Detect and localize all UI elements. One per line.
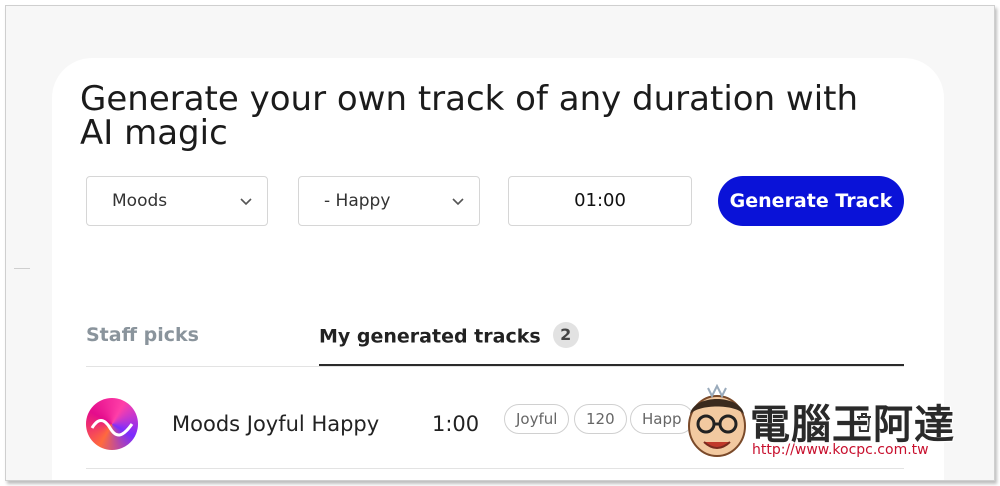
chevron-down-icon bbox=[452, 198, 464, 206]
watermark: 電腦王阿達 http://www.kocpc.com.tw bbox=[680, 380, 970, 470]
generate-track-button[interactable]: Generate Track bbox=[718, 176, 904, 226]
page-title: Generate your own track of any duration … bbox=[80, 79, 859, 153]
divider bbox=[14, 268, 30, 269]
submood-select-value: - Happy bbox=[324, 191, 391, 211]
count-badge: 2 bbox=[552, 322, 579, 348]
tab-my-generated-tracks[interactable]: My generated tracks 2 bbox=[319, 322, 579, 350]
track-cover-image bbox=[86, 398, 138, 450]
track-title[interactable]: Moods Joyful Happy bbox=[172, 412, 379, 436]
active-tab-indicator bbox=[319, 364, 904, 366]
submood-select[interactable]: - Happy bbox=[298, 176, 480, 226]
tab-label: My generated tracks bbox=[319, 325, 541, 348]
tag-chip[interactable]: Joyful bbox=[504, 404, 570, 434]
mood-select[interactable]: Moods bbox=[86, 176, 268, 226]
mood-select-value: Moods bbox=[112, 191, 168, 211]
tag-chip[interactable]: 120 bbox=[574, 404, 627, 434]
track-duration: 1:00 bbox=[432, 412, 480, 436]
duration-input[interactable]: 01:00 bbox=[508, 176, 692, 226]
mascot-logo bbox=[688, 384, 746, 457]
tab-staff-picks[interactable]: Staff picks bbox=[86, 324, 199, 346]
tabs-divider bbox=[86, 366, 904, 367]
chevron-down-icon bbox=[240, 198, 252, 206]
wave-icon bbox=[90, 419, 134, 437]
watermark-url: http://www.kocpc.com.tw bbox=[752, 442, 929, 458]
